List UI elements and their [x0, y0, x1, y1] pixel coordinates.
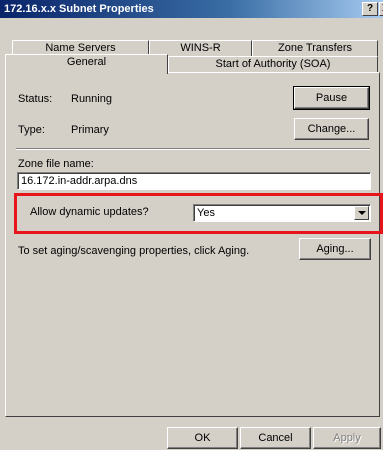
tab-zone-transfers[interactable]: Zone Transfers — [252, 40, 378, 57]
tab-general[interactable]: General — [5, 54, 168, 74]
dynamic-updates-select[interactable]: Yes — [193, 204, 371, 222]
dynamic-updates-label: Allow dynamic updates? — [30, 206, 149, 218]
cancel-button[interactable]: Cancel — [240, 427, 311, 449]
ok-button-label: OK — [194, 432, 211, 444]
apply-button[interactable]: Apply — [313, 427, 381, 449]
status-label: Status: — [18, 93, 53, 105]
aging-text: To set aging/scavenging properties, clic… — [18, 245, 250, 257]
separator-top — [16, 148, 370, 150]
apply-button-label: Apply — [333, 432, 361, 444]
title-bar: 172.16.x.x Subnet Properties ? X — [0, 0, 383, 18]
change-button-label: Change... — [307, 123, 356, 135]
close-button[interactable]: X — [379, 2, 383, 16]
zone-file-label: Zone file name: — [18, 158, 94, 170]
type-value: Primary — [71, 124, 109, 136]
tab-soa[interactable]: Start of Authority (SOA) — [168, 56, 378, 73]
dynamic-updates-value: Yes — [197, 207, 215, 219]
properties-dialog: Name Servers WINS-R Zone Transfers Start… — [0, 18, 383, 450]
window-title: 172.16.x.x Subnet Properties — [4, 3, 154, 15]
zone-file-input[interactable]: 16.172.in-addr.arpa.dns — [17, 172, 371, 190]
cancel-button-label: Cancel — [258, 432, 293, 444]
chevron-down-icon[interactable] — [354, 206, 369, 220]
type-label: Type: — [18, 124, 45, 136]
aging-button[interactable]: Aging... — [299, 238, 371, 260]
ok-button[interactable]: OK — [167, 427, 238, 449]
pause-button-label: Pause — [315, 92, 348, 104]
aging-button-label: Aging... — [316, 243, 354, 255]
pause-button[interactable]: Pause — [293, 86, 370, 110]
status-value: Running — [71, 93, 112, 105]
help-button[interactable]: ? — [362, 2, 378, 16]
change-button[interactable]: Change... — [294, 118, 369, 140]
